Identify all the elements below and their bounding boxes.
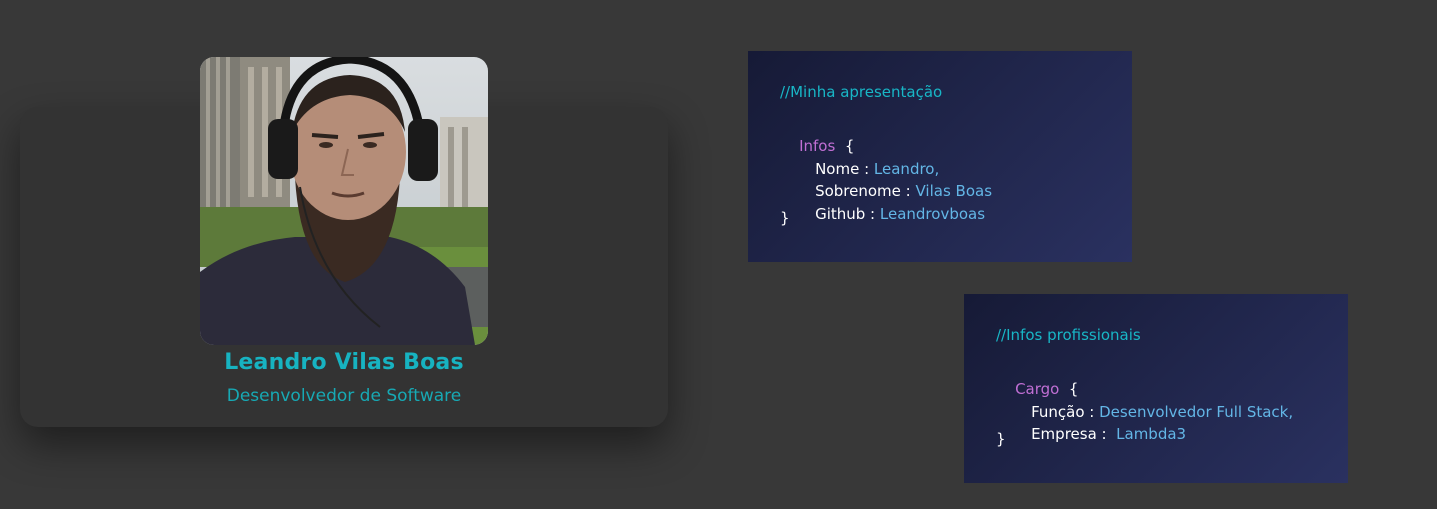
field-line-empresa: Empresa : Lambda3 [1012, 407, 1186, 461]
field-key: Github : [815, 205, 876, 223]
field-value: Leandrovboas [879, 205, 986, 223]
code-comment: //Infos profissionais [996, 326, 1141, 344]
field-value: Lambda3 [1116, 425, 1187, 443]
close-brace: } [780, 209, 790, 227]
profile-avatar [200, 57, 488, 345]
field-key: Empresa : [1031, 425, 1107, 443]
close-brace: } [996, 430, 1006, 448]
avatar-photo [200, 57, 488, 345]
presentation-code-card: //Minha apresentação Infos { Nome : Lean… [748, 51, 1132, 262]
profile-name: Leandro Vilas Boas [224, 350, 464, 375]
code-comment: //Minha apresentação [780, 83, 943, 101]
field-line-github: Github : Leandrovboas [796, 187, 985, 241]
professional-code-card: //Infos profissionais Cargo { Função : D… [964, 294, 1348, 483]
profile-role: Desenvolvedor de Software [226, 386, 462, 406]
